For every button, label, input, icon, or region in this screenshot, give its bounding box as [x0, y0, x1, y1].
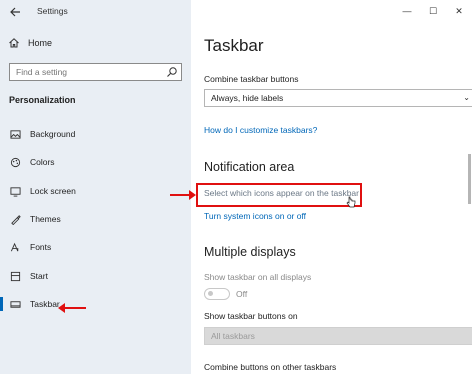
brush-icon [9, 213, 21, 225]
system-icons-link[interactable]: Turn system icons on or off [204, 211, 306, 221]
maximize-button[interactable]: ☐ [420, 0, 446, 22]
app-title: Settings [37, 6, 68, 16]
sidebar-item-lock-screen[interactable]: Lock screen [0, 181, 191, 201]
dropdown-value: All taskbars [211, 331, 255, 341]
sidebar-item-taskbar[interactable]: Taskbar [0, 294, 191, 314]
sidebar-item-colors[interactable]: Colors [0, 152, 191, 172]
toggle-state-label: Off [236, 289, 248, 299]
home-icon [9, 38, 19, 48]
hand-cursor-icon [346, 196, 356, 208]
title-bar: Settings [0, 0, 191, 24]
combine-other-label: Combine buttons on other taskbars [204, 362, 337, 372]
taskbar-icon [9, 298, 21, 310]
highlight-box [196, 183, 362, 207]
show-buttons-label: Show taskbar buttons on [204, 311, 298, 321]
show-all-displays-toggle[interactable] [204, 288, 230, 300]
customize-taskbars-link[interactable]: How do I customize taskbars? [204, 125, 317, 135]
selection-indicator [0, 297, 3, 311]
sidebar-item-label: Fonts [30, 242, 52, 252]
sidebar-item-label: Background [30, 129, 76, 139]
home-link[interactable]: Home [8, 37, 52, 49]
sidebar-item-label: Themes [30, 214, 61, 224]
palette-icon [9, 156, 21, 168]
start-icon [9, 270, 21, 282]
sidebar-item-themes[interactable]: Themes [0, 209, 191, 229]
sidebar-item-label: Colors [30, 157, 55, 167]
toggle-knob [208, 291, 213, 296]
section-label: Personalization [9, 95, 76, 105]
left-arrow-annotation [58, 303, 86, 313]
search-icon[interactable] [166, 66, 178, 78]
show-buttons-dropdown[interactable]: All taskbars [204, 327, 472, 345]
sidebar: Settings Home Personalization Background… [0, 0, 191, 374]
right-arrow-annotation [170, 190, 196, 200]
sidebar-item-fonts[interactable]: Fonts [0, 237, 191, 257]
sidebar-item-background[interactable]: Background [0, 124, 191, 144]
notification-area-heading: Notification area [204, 160, 295, 174]
search-box[interactable] [9, 63, 182, 81]
combine-buttons-label: Combine taskbar buttons [204, 74, 299, 84]
chevron-down-icon: ⌄ [463, 93, 470, 102]
window-controls: — ☐ ✕ [394, 0, 472, 22]
picture-icon [9, 128, 21, 140]
sidebar-item-start[interactable]: Start [0, 266, 191, 286]
combine-buttons-dropdown[interactable]: Always, hide labels ⌄ [204, 89, 472, 107]
show-all-displays-label: Show taskbar on all displays [204, 272, 312, 282]
search-input[interactable] [10, 67, 160, 77]
home-label: Home [28, 38, 53, 48]
scrollbar-thumb[interactable] [468, 154, 471, 204]
sidebar-item-label: Taskbar [30, 299, 60, 309]
sidebar-item-label: Start [30, 271, 48, 281]
sidebar-item-label: Lock screen [30, 186, 76, 196]
font-icon [9, 241, 21, 253]
lock-screen-icon [9, 185, 21, 197]
multiple-displays-heading: Multiple displays [204, 245, 296, 259]
dropdown-value: Always, hide labels [211, 93, 284, 103]
minimize-button[interactable]: — [394, 0, 420, 22]
back-arrow-icon [10, 7, 20, 17]
close-button[interactable]: ✕ [446, 0, 472, 22]
page-title: Taskbar [204, 36, 264, 55]
back-button[interactable] [6, 3, 24, 21]
